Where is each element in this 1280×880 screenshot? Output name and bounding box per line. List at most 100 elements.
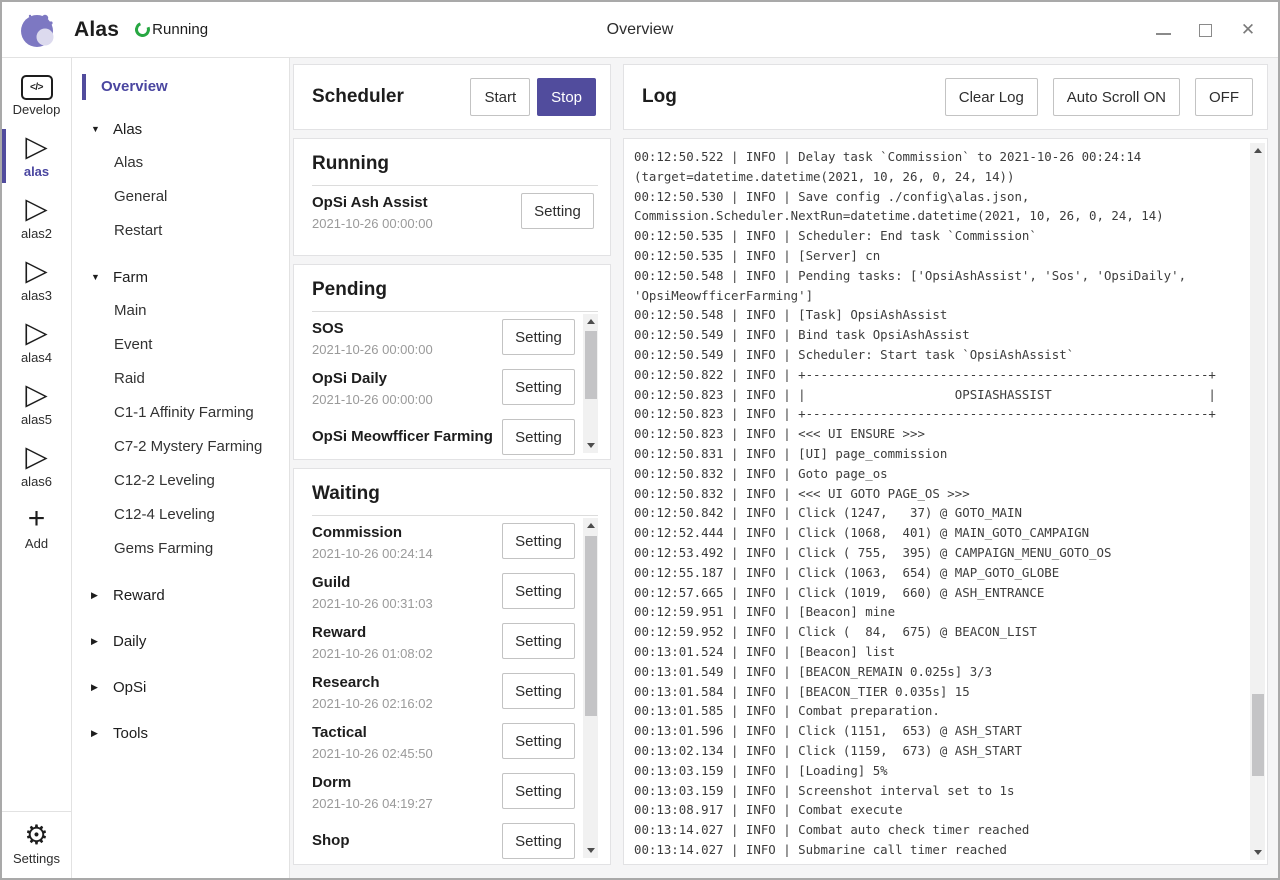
scroll-down-icon[interactable] bbox=[587, 443, 595, 448]
scrollbar-thumb[interactable] bbox=[585, 536, 597, 716]
scroll-up-icon[interactable] bbox=[587, 319, 595, 324]
gear-icon: ⚙ bbox=[24, 820, 48, 850]
task-time: 2021-10-26 00:24:14 bbox=[312, 546, 502, 561]
log-column: Log Clear Log Auto Scroll ON OFF 00:12:5… bbox=[623, 64, 1268, 865]
task-name: SOS bbox=[312, 319, 502, 338]
task-item: SOS2021-10-26 00:00:00Setting bbox=[312, 312, 579, 362]
nav-group-header-daily[interactable]: ▶Daily bbox=[82, 624, 289, 658]
nav-item-c12-4-leveling[interactable]: C12-4 Leveling bbox=[82, 498, 289, 532]
window-controls: ✕ bbox=[1156, 2, 1256, 58]
nav-group-label: Alas bbox=[113, 121, 142, 138]
sidebar-profile-alas2[interactable]: ▷ alas2 bbox=[2, 187, 71, 249]
sidebar-item-add[interactable]: + Add bbox=[2, 497, 71, 559]
autoscroll-on-button[interactable]: Auto Scroll ON bbox=[1053, 78, 1180, 116]
setting-button[interactable]: Setting bbox=[502, 419, 575, 455]
app-title: Alas bbox=[74, 18, 119, 42]
task-item: ShopSetting bbox=[312, 816, 579, 864]
running-panel: Running OpSi Ash Assist2021-10-26 00:00:… bbox=[293, 138, 611, 256]
setting-button[interactable]: Setting bbox=[502, 369, 575, 405]
task-info: OpSi Ash Assist2021-10-26 00:00:00 bbox=[312, 191, 521, 231]
sidebar-profile-alas4[interactable]: ▷alas4 bbox=[2, 311, 71, 373]
setting-button[interactable]: Setting bbox=[502, 573, 575, 609]
nav-item-alas[interactable]: Alas bbox=[82, 146, 289, 180]
sidebar-profile-alas[interactable]: ▷alas bbox=[2, 125, 71, 187]
start-button[interactable]: Start bbox=[470, 78, 530, 116]
task-name: OpSi Meowfficer Farming bbox=[312, 427, 502, 446]
code-monitor-icon: </> bbox=[21, 75, 53, 100]
nav-group-daily: ▶Daily bbox=[82, 624, 289, 658]
scrollbar-thumb[interactable] bbox=[1252, 694, 1264, 776]
window-body: </> Develop ▷alas▷alas2▷alas3▷alas4▷alas… bbox=[2, 58, 1278, 878]
minimize-icon[interactable] bbox=[1156, 25, 1171, 35]
task-item: OpSi Daily2021-10-26 00:00:00Setting bbox=[312, 362, 579, 412]
scheduler-panel: Scheduler Start Stop bbox=[293, 64, 611, 130]
nav-item-event[interactable]: Event bbox=[82, 328, 289, 362]
task-item: Dorm2021-10-26 04:19:27Setting bbox=[312, 766, 579, 816]
nav-item-raid[interactable]: Raid bbox=[82, 362, 289, 396]
setting-button[interactable]: Setting bbox=[502, 319, 575, 355]
clear-log-button[interactable]: Clear Log bbox=[945, 78, 1038, 116]
sidebar-item-settings[interactable]: ⚙ Settings bbox=[2, 811, 71, 878]
pending-scrollbar[interactable] bbox=[583, 314, 598, 453]
nav-item-main[interactable]: Main bbox=[82, 294, 289, 328]
nav-item-gems-farming[interactable]: Gems Farming bbox=[82, 532, 289, 566]
setting-button[interactable]: Setting bbox=[502, 623, 575, 659]
scrollbar-track[interactable] bbox=[583, 533, 598, 843]
nav-groups: ▼AlasAlasGeneralRestart▼FarmMainEventRai… bbox=[82, 112, 289, 750]
waiting-panel: Waiting Commission2021-10-26 00:24:14Set… bbox=[293, 468, 611, 865]
setting-button[interactable]: Setting bbox=[502, 723, 575, 759]
setting-button[interactable]: Setting bbox=[521, 193, 594, 229]
setting-button[interactable]: Setting bbox=[502, 673, 575, 709]
task-name: Guild bbox=[312, 573, 502, 592]
nav-item-c12-2-leveling[interactable]: C12-2 Leveling bbox=[82, 464, 289, 498]
main-content: Scheduler Start Stop Running OpSi Ash As… bbox=[290, 58, 1278, 878]
close-icon[interactable]: ✕ bbox=[1240, 22, 1256, 38]
nav-group-header-reward[interactable]: ▶Reward bbox=[82, 578, 289, 612]
stop-button[interactable]: Stop bbox=[537, 78, 596, 116]
log-scrollbar[interactable] bbox=[1250, 143, 1265, 860]
task-time: 2021-10-26 00:00:00 bbox=[312, 392, 502, 407]
setting-button[interactable]: Setting bbox=[502, 523, 575, 559]
nav-group-header-tools[interactable]: ▶Tools bbox=[82, 716, 289, 750]
chevron-right-icon: ▶ bbox=[91, 682, 113, 693]
scroll-down-icon[interactable] bbox=[1254, 850, 1262, 855]
scroll-up-icon[interactable] bbox=[587, 523, 595, 528]
nav-item-restart[interactable]: Restart bbox=[82, 214, 289, 248]
maximize-icon[interactable] bbox=[1199, 24, 1212, 37]
nav-item-overview[interactable]: Overview bbox=[82, 74, 289, 100]
autoscroll-off-button[interactable]: OFF bbox=[1195, 78, 1253, 116]
nav-group-header-opsi[interactable]: ▶OpSi bbox=[82, 670, 289, 704]
running-spinner-icon bbox=[133, 20, 153, 40]
nav-item-c7-2-mystery-farming[interactable]: C7-2 Mystery Farming bbox=[82, 430, 289, 464]
log-output[interactable]: 00:12:50.522 | INFO | Delay task `Commis… bbox=[624, 143, 1250, 860]
play-icon: ▷ bbox=[25, 194, 47, 224]
task-name: Tactical bbox=[312, 723, 502, 742]
task-item: Tactical2021-10-26 02:45:50Setting bbox=[312, 716, 579, 766]
nav-group-header-alas[interactable]: ▼Alas bbox=[82, 112, 289, 146]
waiting-scrollbar[interactable] bbox=[583, 518, 598, 858]
task-name: Research bbox=[312, 673, 502, 692]
scrollbar-track[interactable] bbox=[1250, 158, 1265, 845]
nav-item-c1-1-affinity-farming[interactable]: C1-1 Affinity Farming bbox=[82, 396, 289, 430]
sidebar-profile-alas5[interactable]: ▷alas5 bbox=[2, 373, 71, 435]
chevron-right-icon: ▶ bbox=[91, 728, 113, 739]
running-title: Running bbox=[312, 145, 598, 186]
scrollbar-thumb[interactable] bbox=[585, 331, 597, 399]
scroll-down-icon[interactable] bbox=[587, 848, 595, 853]
pending-panel: Pending SOS2021-10-26 00:00:00SettingOpS… bbox=[293, 264, 611, 460]
setting-button[interactable]: Setting bbox=[502, 823, 575, 859]
nav-group-label: Farm bbox=[113, 269, 148, 286]
nav-item-general[interactable]: General bbox=[82, 180, 289, 214]
sidebar-profile-alas3[interactable]: ▷alas3 bbox=[2, 249, 71, 311]
profile-label: alas2 bbox=[21, 226, 52, 241]
play-icon: ▷ bbox=[25, 318, 47, 348]
nav-group-header-farm[interactable]: ▼Farm bbox=[82, 260, 289, 294]
scroll-up-icon[interactable] bbox=[1254, 148, 1262, 153]
scrollbar-track[interactable] bbox=[583, 329, 598, 438]
task-info: Guild2021-10-26 00:31:03 bbox=[312, 571, 502, 611]
task-name: OpSi Ash Assist bbox=[312, 193, 521, 212]
sidebar-profile-alas6[interactable]: ▷alas6 bbox=[2, 435, 71, 497]
task-info: Tactical2021-10-26 02:45:50 bbox=[312, 721, 502, 761]
sidebar-item-develop[interactable]: </> Develop bbox=[2, 68, 71, 125]
setting-button[interactable]: Setting bbox=[502, 773, 575, 809]
